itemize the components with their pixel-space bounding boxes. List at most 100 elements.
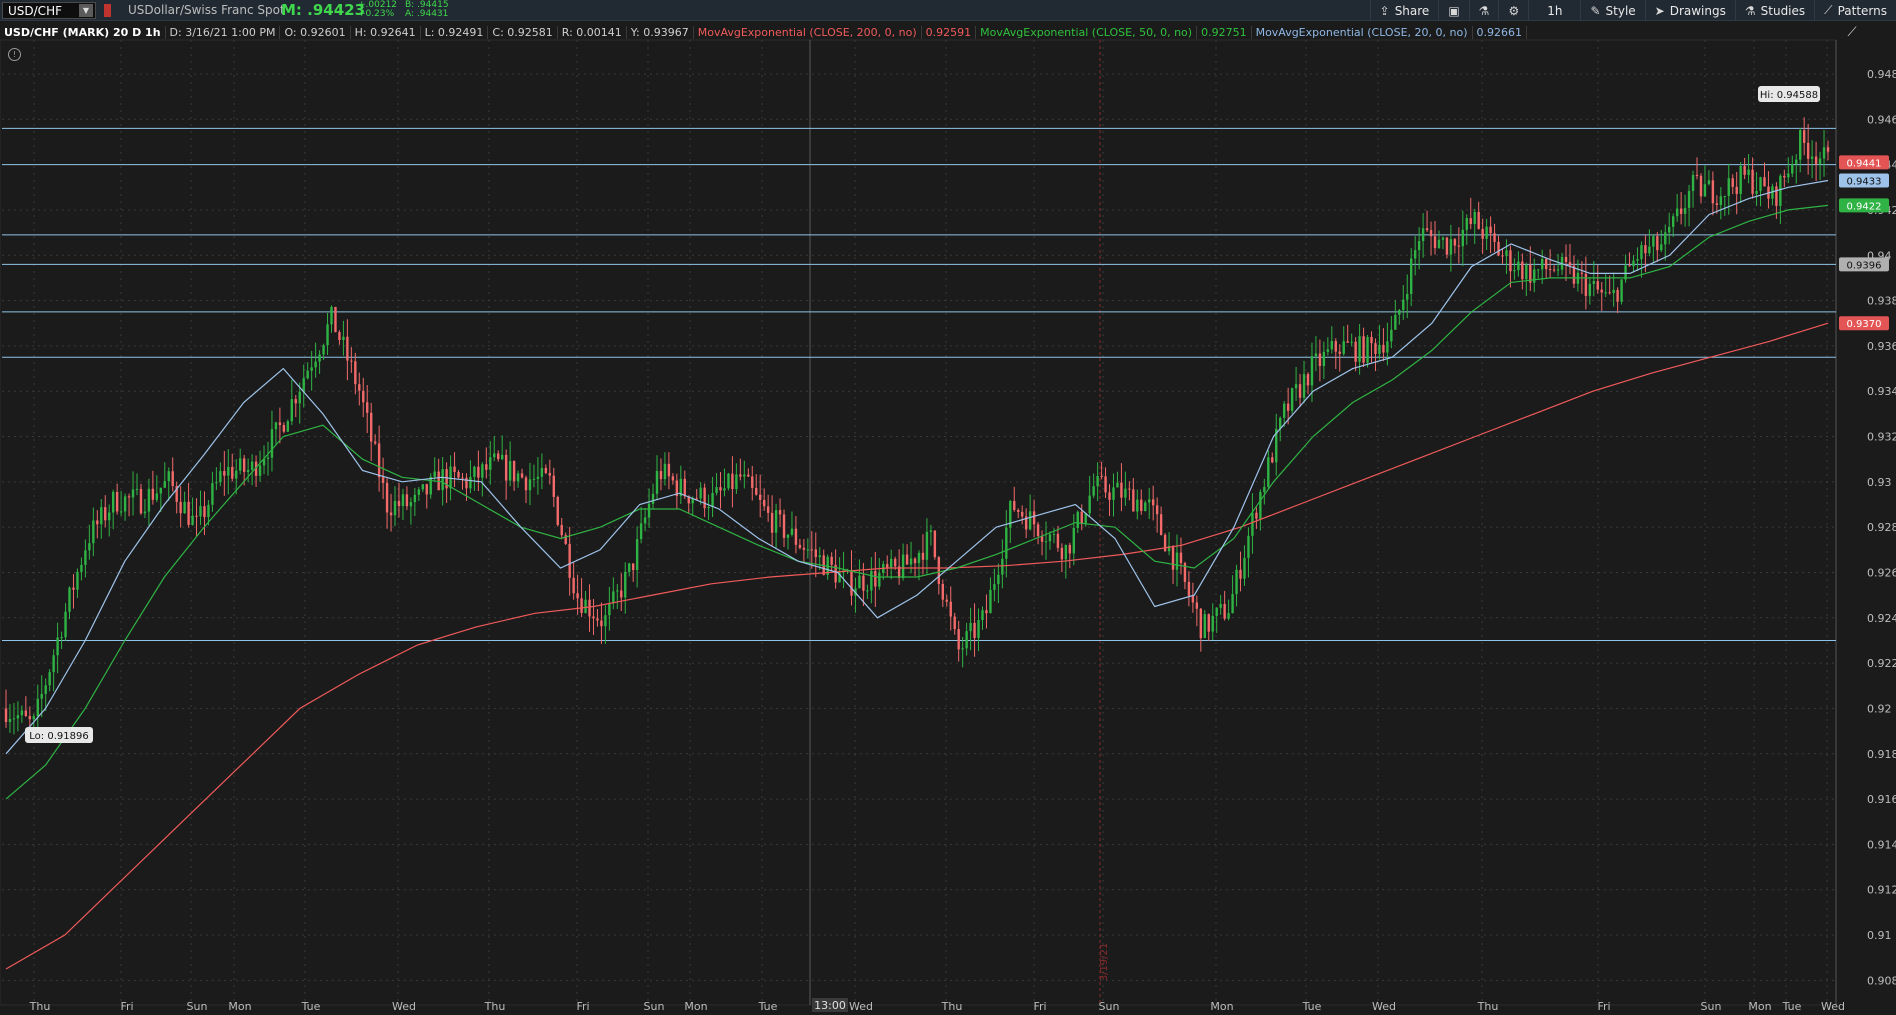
candle-body — [266, 457, 270, 459]
candle-body — [1453, 239, 1457, 246]
candle-body — [1370, 336, 1373, 344]
ema50-label[interactable]: MovAvgExponential (CLOSE, 50, 0, no) — [976, 25, 1198, 39]
candle-body — [1596, 281, 1599, 290]
bar-low: L: 0.92491 — [421, 25, 489, 39]
candle-body — [52, 655, 55, 673]
candle-body — [858, 575, 861, 589]
candle-body — [1092, 486, 1095, 496]
price-chart[interactable]: 0.9480.9460.9440.9420.940.9380.9360.9340… — [0, 0, 1896, 1015]
candle-body — [1501, 255, 1504, 257]
candle-body — [580, 598, 583, 613]
candle-body — [1759, 177, 1762, 192]
chart-info-bar: USD/CHF (MARK) 20 D 1h D: 3/16/21 1:00 P… — [0, 22, 1840, 42]
x-tick-label: Thu — [1477, 1000, 1499, 1013]
patterns-button[interactable]: ⟋ Patterns — [1814, 0, 1896, 21]
candle-body — [1394, 314, 1397, 330]
candle-body — [544, 467, 548, 473]
x-tick-label: Wed — [1372, 1000, 1396, 1013]
date-separator-label: 3/19/21 — [1099, 943, 1110, 982]
candle-body — [1342, 341, 1345, 354]
camera-icon: ▣ — [1448, 3, 1460, 18]
candle-body — [556, 496, 559, 525]
candle-body — [810, 549, 814, 551]
candle-body — [1687, 190, 1691, 208]
settings-button[interactable]: ⚙ — [1498, 0, 1528, 21]
candle-body — [1259, 491, 1262, 519]
ema200-label[interactable]: MovAvgExponential (CLOSE, 200, 0, no) — [694, 25, 922, 39]
candle-body — [187, 501, 190, 525]
share-button[interactable]: ⇪ Share — [1369, 0, 1439, 21]
chart-title: USD/CHF (MARK) 20 D 1h — [0, 25, 166, 39]
x-tick-label: Sun — [1099, 1000, 1120, 1013]
candle-body — [1743, 165, 1746, 175]
candle-body — [1366, 336, 1369, 363]
candle-body — [119, 511, 123, 513]
flask-button[interactable]: ⚗ — [1468, 0, 1499, 21]
candle-body — [40, 693, 43, 699]
candle-body — [576, 593, 579, 599]
candle-body — [1354, 341, 1357, 362]
candle-body — [1636, 259, 1639, 261]
y-tick-label: 0.928 — [1867, 521, 1896, 534]
candle-body — [1584, 273, 1588, 296]
style-button[interactable]: ✎ Style — [1580, 0, 1644, 21]
crosshair-x-label: 13:00 — [814, 999, 846, 1012]
candle-body — [1132, 489, 1135, 512]
x-tick-label: Fri — [576, 1000, 589, 1013]
candle-body — [953, 616, 956, 630]
candle-body — [1814, 156, 1818, 165]
candle-body — [1628, 265, 1631, 267]
candle-body — [425, 484, 428, 495]
flag-icon[interactable] — [104, 4, 111, 17]
candle-body — [1215, 607, 1218, 616]
candle-body — [1036, 524, 1040, 536]
snapshot-button[interactable]: ▣ — [1438, 0, 1468, 21]
candle-body — [528, 479, 532, 491]
bid-ask: B: .94415 A: .94431 — [405, 1, 449, 19]
aggregation-button[interactable]: 1h — [1528, 0, 1580, 21]
candle-body — [1128, 488, 1131, 490]
candle-body — [246, 469, 250, 472]
candle-body — [278, 422, 282, 426]
candle-body — [1465, 218, 1468, 230]
ema20-label[interactable]: MovAvgExponential (CLOSE, 20, 0, no) — [1252, 25, 1473, 39]
candle-body — [584, 599, 587, 613]
candle-body — [1028, 511, 1032, 530]
candle-body — [596, 618, 599, 621]
candle-body — [4, 708, 8, 723]
candle-body — [1290, 388, 1294, 411]
candle-body — [695, 498, 698, 500]
x-tick-label: Fri — [1597, 1000, 1610, 1013]
info-icon[interactable]: ! — [8, 48, 21, 61]
candle-body — [647, 503, 651, 518]
symbol-selector[interactable]: USD/CHF ▼ — [2, 2, 96, 19]
net-change: +.00212 +0.23% — [358, 1, 397, 19]
candle-body — [1199, 608, 1203, 639]
candle-body — [830, 556, 833, 565]
candle-body — [1398, 309, 1401, 315]
candle-body — [1509, 250, 1512, 272]
y-tick-label: 0.918 — [1867, 748, 1896, 761]
candle-body — [143, 511, 147, 514]
x-tick-label: Sun — [187, 1000, 208, 1013]
candle-body — [1640, 245, 1643, 260]
candle-body — [1802, 130, 1806, 143]
candle-body — [1013, 501, 1016, 510]
chevron-down-icon[interactable]: ▼ — [79, 4, 93, 17]
x-tick-label: Mon — [684, 1000, 707, 1013]
candle-body — [1282, 403, 1286, 418]
candle-body — [1747, 169, 1750, 175]
candle-body — [179, 501, 182, 514]
studies-button[interactable]: ⚗ Studies — [1734, 0, 1814, 21]
candle-body — [326, 324, 329, 346]
candle-body — [1818, 158, 1822, 165]
candle-body — [449, 466, 452, 489]
candle-body — [1322, 351, 1326, 367]
candle-body — [453, 466, 456, 473]
candle-body — [1604, 292, 1607, 294]
drawings-button[interactable]: ➤ Drawings — [1644, 0, 1735, 21]
candle-body — [56, 637, 59, 656]
candle-body — [628, 563, 631, 572]
candle-body — [735, 474, 738, 490]
candle-body — [1787, 173, 1790, 178]
